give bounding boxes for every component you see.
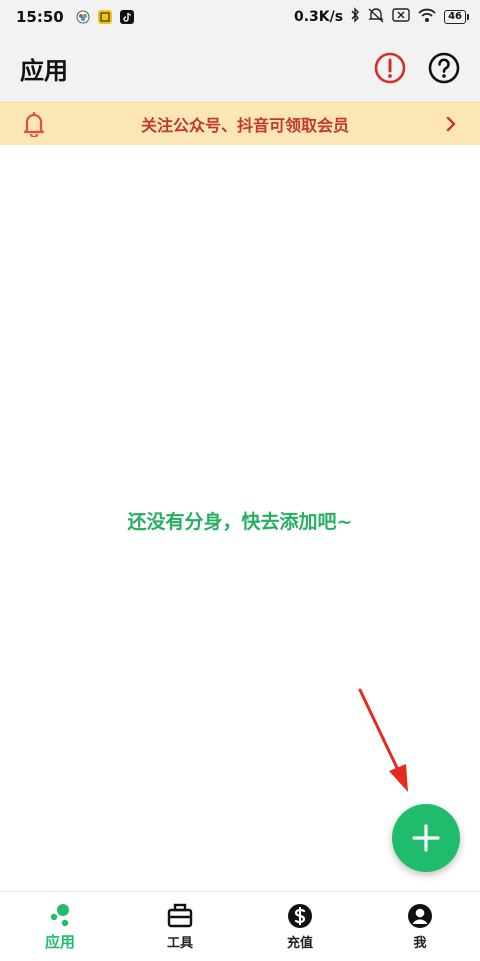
chevron-right-icon xyxy=(446,116,456,132)
tab-me[interactable]: 我 xyxy=(360,892,480,961)
tiktok-icon xyxy=(119,10,134,24)
tab-tools[interactable]: 工具 xyxy=(120,892,240,961)
tab-label: 我 xyxy=(413,936,427,951)
tab-apps[interactable]: 应用 xyxy=(0,892,120,961)
add-app-button[interactable] xyxy=(392,804,460,872)
banner-text: 关注公众号、抖音可领取会员 xyxy=(140,116,349,135)
battery-icon: 46 xyxy=(444,10,469,24)
empty-state-text: 还没有分身，快去添加吧~ xyxy=(127,511,353,533)
tools-icon xyxy=(166,902,194,930)
alert-icon xyxy=(374,52,406,84)
tab-label: 应用 xyxy=(44,933,75,951)
promo-banner[interactable]: 关注公众号、抖音可领取会员 xyxy=(0,102,480,145)
app-notification-icon xyxy=(76,10,90,24)
clock: 15:50 xyxy=(16,8,64,26)
help-icon xyxy=(428,52,460,84)
bluetooth-icon xyxy=(350,7,360,27)
status-bar: 15:50 0.3K/s 46 xyxy=(0,0,480,34)
plus-icon xyxy=(412,824,440,852)
tab-recharge[interactable]: 充值 xyxy=(240,892,360,961)
bottom-tab-bar: 应用 工具 充值 我 xyxy=(0,891,480,961)
apps-icon xyxy=(46,901,74,929)
mute-icon xyxy=(367,7,385,27)
user-icon xyxy=(406,902,434,930)
network-speed: 0.3K/s xyxy=(293,9,344,25)
tab-label: 充值 xyxy=(286,936,313,951)
app-header: 应用 xyxy=(0,34,480,102)
bell-icon xyxy=(23,111,45,137)
app-notification-icon xyxy=(97,10,112,24)
alert-button[interactable] xyxy=(374,52,406,84)
sim-icon xyxy=(392,8,410,26)
dollar-icon xyxy=(286,902,314,930)
tab-label: 工具 xyxy=(166,936,193,951)
help-button[interactable] xyxy=(428,52,460,84)
wifi-icon xyxy=(417,7,437,27)
page-title: 应用 xyxy=(20,56,68,85)
